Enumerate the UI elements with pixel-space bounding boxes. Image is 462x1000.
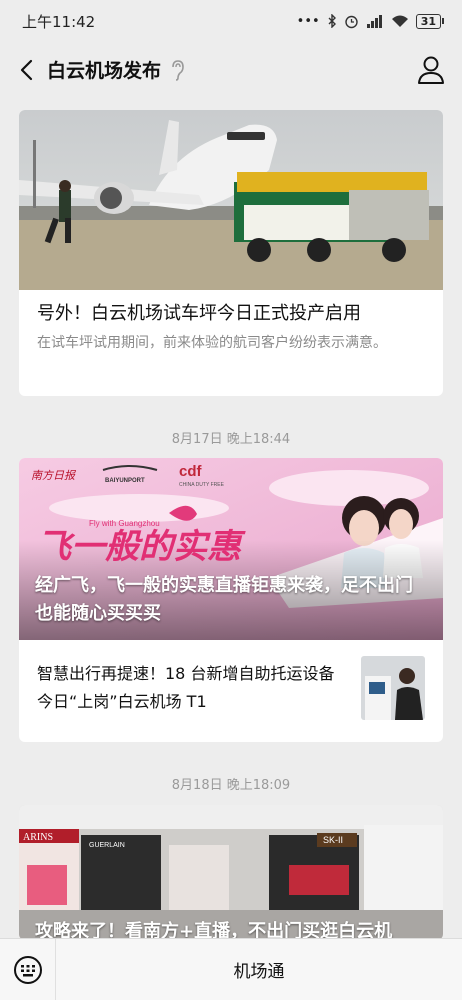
article-desc: 在试车坪试用期间，前来体验的航司客户纷纷表示满意。: [37, 335, 387, 351]
svg-text:CHINA DUTY FREE: CHINA DUTY FREE: [179, 482, 225, 488]
alarm-icon: [344, 15, 358, 28]
battery-level: 31: [415, 13, 441, 29]
keyboard-toggle-button[interactable]: [0, 938, 56, 1000]
sub-article-item[interactable]: 智慧出行再提速！18 台新增自助托运设备今日“上岗”白云机场 T1: [19, 640, 443, 736]
store-sign: SK-II: [323, 835, 343, 845]
banner-slogan: 飞一般的实惠: [37, 527, 246, 567]
svg-text:南方日报: 南方日报: [31, 469, 77, 482]
store-sign: ARINS: [23, 832, 53, 843]
status-bar: 上午11:42 ••• 31: [0, 0, 462, 42]
ear-icon[interactable]: [168, 58, 188, 82]
wifi-icon: [391, 15, 408, 27]
sub-article-title[interactable]: 智慧出行再提速！18 台新增自助托运设备今日“上岗”白云机场 T1: [37, 660, 361, 716]
store-sign: GUERLAIN: [89, 842, 125, 849]
article-card[interactable]: ARINS GUERLAIN SK-II 攻略来了！看南方+直播，不出门买逛白云…: [19, 805, 443, 940]
article-overlay-title[interactable]: 攻略来了！看南方+直播，不出门买逛白云机: [35, 918, 429, 940]
svg-text:cdf: cdf: [179, 463, 203, 480]
bottom-menu-bar: 机场通: [0, 938, 462, 1000]
banner-small-text: Fly with Guangzhou: [89, 519, 160, 528]
menu-item-airport-pass[interactable]: 机场通: [56, 957, 462, 982]
signal-icon: [366, 15, 382, 28]
keyboard-icon: [13, 955, 42, 984]
promo-banner-image[interactable]: cdf CHINA DUTY FREE 南方日报 BAIYUNPORT 飞一般的…: [19, 458, 443, 640]
duty-free-store-image[interactable]: ARINS GUERLAIN SK-II 攻略来了！看南方+直播，不出门买逛白云…: [19, 805, 443, 940]
battery-icon: 31: [415, 13, 444, 29]
article-overlay-title[interactable]: 经广飞，飞一般的实惠直播钜惠来袭，足不出门也能随心买买买: [35, 572, 429, 628]
article-card[interactable]: cdf CHINA DUTY FREE 南方日报 BAIYUNPORT 飞一般的…: [19, 458, 443, 742]
airport-apron-image: [19, 110, 443, 290]
status-time: 上午11:42: [22, 12, 96, 31]
svg-text:BAIYUNPORT: BAIYUNPORT: [105, 478, 145, 484]
timestamp: 8月17日 晚上18:44: [171, 432, 291, 447]
page-title: 白云机场发布: [47, 60, 162, 82]
nav-bar: 白云机场发布: [0, 42, 462, 98]
profile-icon[interactable]: [416, 54, 446, 86]
back-icon[interactable]: [10, 54, 42, 86]
status-icons: ••• 31: [296, 13, 444, 29]
newspaper-logo: 南方日报: [31, 469, 77, 482]
self-checkin-thumbnail: [361, 656, 425, 720]
article-card[interactable]: 号外！白云机场试车坪今日正式投产启用 在试车坪试用期间，前来体验的航司客户纷纷表…: [19, 110, 443, 396]
timestamp: 8月18日 晚上18:09: [171, 778, 291, 793]
article-title[interactable]: 号外！白云机场试车坪今日正式投产启用: [37, 300, 425, 328]
bluetooth-icon: [328, 14, 336, 28]
more-dots-icon: •••: [296, 13, 320, 29]
